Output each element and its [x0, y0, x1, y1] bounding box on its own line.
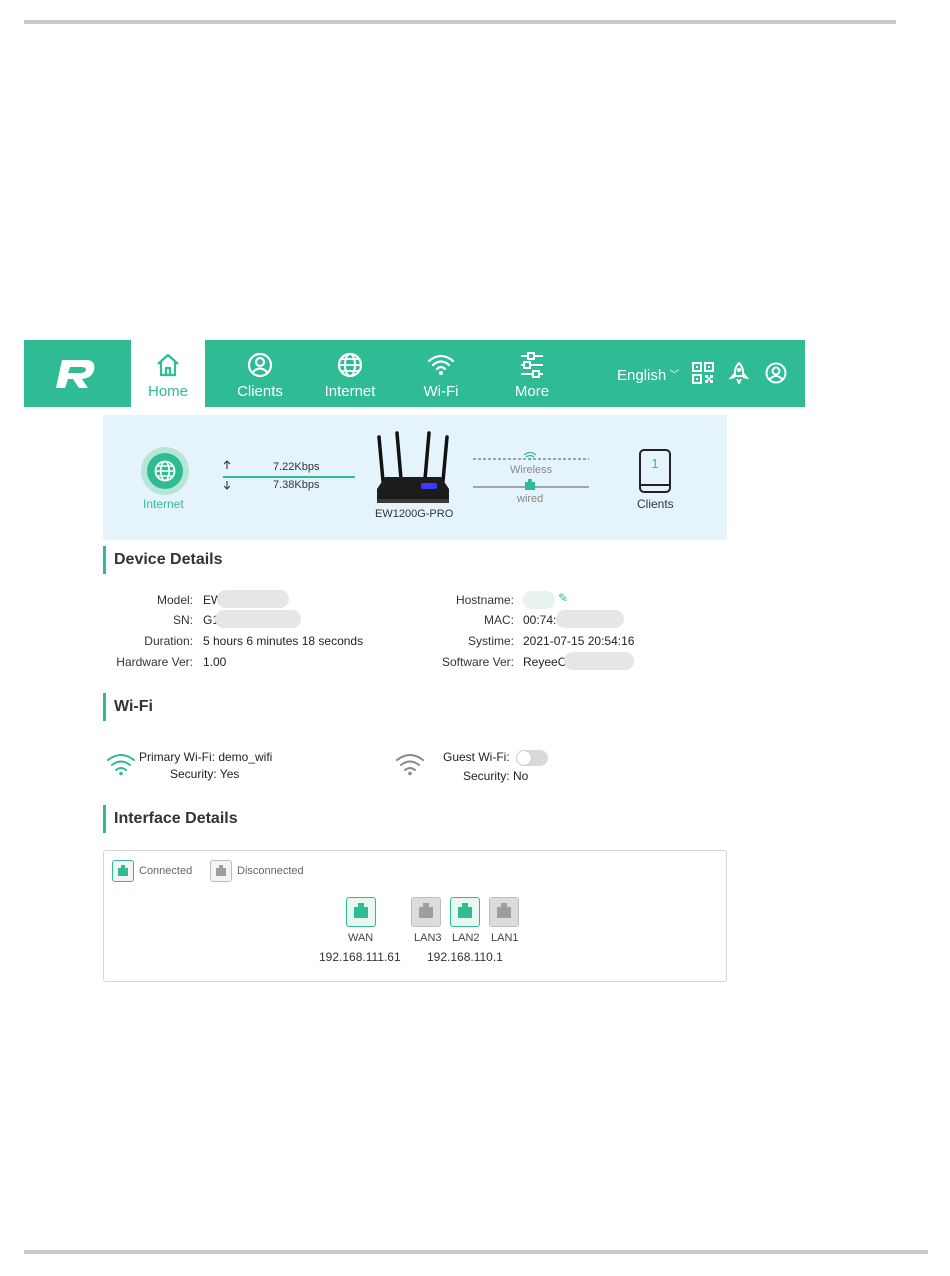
- nav-internet-label: Internet: [324, 383, 376, 400]
- guest-wifi-label: Guest Wi-Fi:: [443, 750, 510, 764]
- nav-internet[interactable]: Internet: [308, 340, 392, 407]
- brand-logo: [56, 360, 95, 388]
- port-lan3[interactable]: [411, 897, 441, 927]
- upload-speed: 7.22Kbps: [273, 461, 320, 473]
- wired-label: wired: [517, 493, 544, 505]
- legend-disconnected-label: Disconnected: [237, 865, 304, 877]
- port-wan[interactable]: [346, 897, 376, 927]
- port-lan1[interactable]: [489, 897, 519, 927]
- redacted-mac: [556, 610, 624, 628]
- legend-connected-label: Connected: [139, 865, 193, 877]
- systime-value: 2021-07-15 20:54:16: [523, 634, 635, 648]
- clients-count: 1: [651, 456, 659, 471]
- rocket-icon[interactable]: [728, 362, 750, 384]
- redacted-software: [564, 652, 634, 670]
- network-topology: Internet 7.22Kbps 7.38Kbps EW1200G-PRO W…: [103, 415, 727, 540]
- clients-device-icon[interactable]: 1: [639, 449, 671, 493]
- redacted-sn: [215, 610, 301, 628]
- mac-value: 00:74:: [523, 613, 557, 627]
- guest-wifi-icon: [396, 754, 424, 776]
- wireless-label: Wireless: [510, 464, 553, 476]
- guest-wifi-security: Security: No: [463, 769, 529, 783]
- wifi-heading: Wi-Fi: [103, 693, 153, 721]
- top-navbar: Home Clients Internet Wi-Fi More English…: [24, 340, 805, 407]
- primary-wifi-icon: [107, 754, 135, 776]
- home-icon: [157, 353, 179, 377]
- internet-node[interactable]: [141, 447, 189, 495]
- interface-panel: Connected Disconnected WAN LAN3 LAN2 LAN…: [103, 850, 727, 982]
- account-icon[interactable]: [765, 362, 787, 384]
- guest-wifi-toggle[interactable]: [516, 750, 548, 766]
- device-details-heading: Device Details: [103, 546, 223, 574]
- port-lan2-label: LAN2: [452, 932, 480, 944]
- redacted-hostname: [523, 591, 555, 609]
- nav-clients[interactable]: Clients: [218, 340, 302, 407]
- primary-wifi-security: Security: Yes: [170, 767, 240, 781]
- device-model-label: EW1200G-PRO: [375, 508, 454, 520]
- top-divider: [24, 20, 896, 24]
- nav-wifi[interactable]: Wi-Fi: [399, 340, 483, 407]
- nav-more[interactable]: More: [490, 340, 574, 407]
- nav-home-label: Home: [147, 383, 188, 400]
- nav-clients-label: Clients: [237, 383, 283, 400]
- sliders-icon: [521, 352, 543, 378]
- download-speed: 7.38Kbps: [273, 479, 320, 491]
- internet-label: Internet: [143, 497, 184, 511]
- qr-code-icon[interactable]: [692, 362, 714, 384]
- nav-home[interactable]: Home: [131, 340, 205, 407]
- language-label: English: [617, 367, 667, 384]
- interface-details-heading: Interface Details: [103, 805, 238, 833]
- hardware-ver-value: 1.00: [203, 655, 227, 669]
- software-ver-value: ReyeeO: [523, 655, 568, 669]
- duration-value: 5 hours 6 minutes 18 seconds: [203, 634, 364, 648]
- port-wan-label: WAN: [348, 932, 374, 944]
- legend-connected-icon: [112, 860, 134, 882]
- bottom-divider: [24, 1250, 928, 1254]
- legend-disconnected-icon: [210, 860, 232, 882]
- port-lan3-label: LAN3: [414, 932, 442, 944]
- redacted-model: [217, 590, 289, 608]
- globe-icon: [154, 460, 176, 482]
- clients-label: Clients: [637, 497, 674, 511]
- nav-more-label: More: [514, 383, 550, 400]
- port-lan2[interactable]: [450, 897, 480, 927]
- wan-ip: 192.168.111.61: [319, 950, 401, 964]
- user-icon: [247, 352, 273, 378]
- port-lan1-label: LAN1: [491, 932, 519, 944]
- nav-wifi-label: Wi-Fi: [423, 383, 459, 400]
- router-icon[interactable]: [375, 431, 451, 511]
- edit-pencil-icon[interactable]: ✎: [558, 591, 568, 605]
- chevron-down-icon: ﹀: [669, 370, 680, 381]
- lan-ip: 192.168.110.1: [427, 950, 503, 964]
- globe-icon: [337, 352, 363, 378]
- wifi-icon: [427, 354, 455, 375]
- primary-wifi-label[interactable]: Primary Wi-Fi: demo_wifi: [139, 750, 272, 764]
- language-selector[interactable]: English ﹀: [617, 366, 679, 384]
